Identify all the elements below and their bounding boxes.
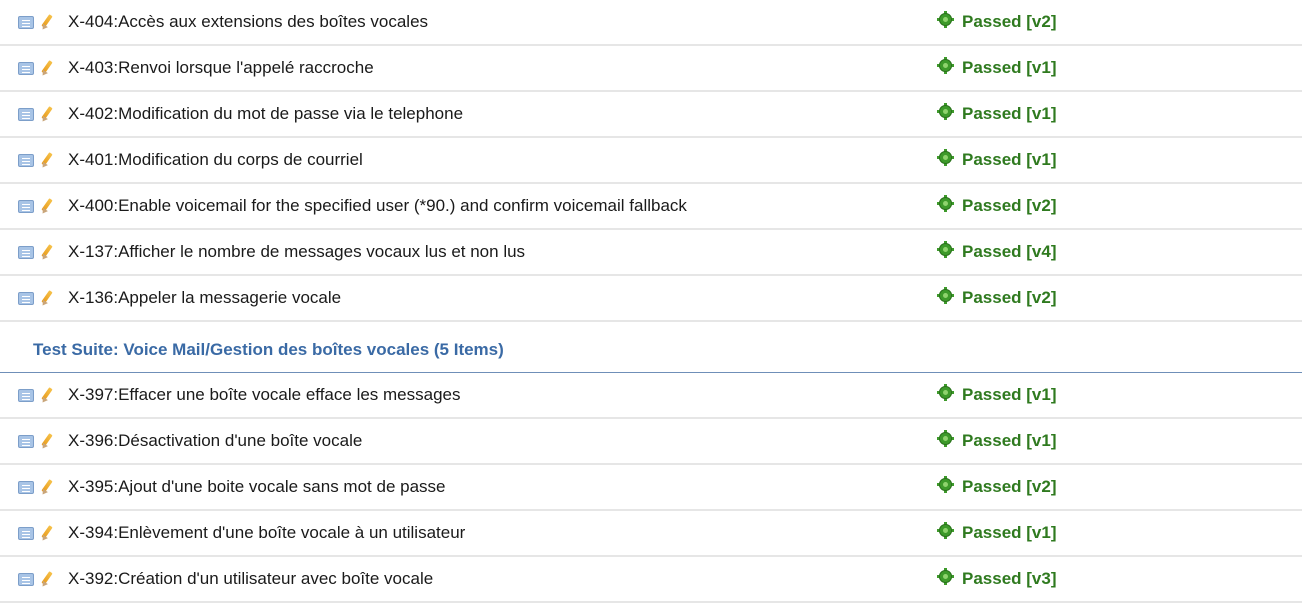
pencil-icon[interactable] <box>40 198 54 216</box>
execution-status: Passed [v3] <box>937 557 1057 601</box>
execution-status: Passed [v2] <box>937 0 1057 44</box>
test-case-title[interactable]: X-396:Désactivation d'une boîte vocale <box>68 419 362 463</box>
gear-icon <box>937 102 954 120</box>
execution-status: Passed [v1] <box>937 92 1057 136</box>
test-case-title[interactable]: X-401:Modification du corps de courriel <box>68 138 363 182</box>
execution-status: Passed [v2] <box>937 184 1057 228</box>
test-case-row: X-403:Renvoi lorsque l'appelé raccroche … <box>0 46 1302 92</box>
status-label: Passed [v1] <box>962 431 1057 450</box>
test-case-title[interactable]: X-402:Modification du mot de passe via l… <box>68 92 463 136</box>
gear-icon <box>937 475 954 493</box>
test-case-row: X-400:Enable voicemail for the specified… <box>0 184 1302 230</box>
status-label: Passed [v2] <box>962 288 1057 307</box>
book-icon[interactable] <box>18 60 34 76</box>
row-actions <box>0 60 68 78</box>
test-case-title[interactable]: X-404:Accès aux extensions des boîtes vo… <box>68 0 428 44</box>
test-case-row: X-396:Désactivation d'une boîte vocale P… <box>0 419 1302 465</box>
test-case-title[interactable]: X-395:Ajout d'une boite vocale sans mot … <box>68 465 446 509</box>
gear-icon <box>937 148 954 166</box>
status-label: Passed [v1] <box>962 523 1057 542</box>
execution-status: Passed [v1] <box>937 511 1057 555</box>
gear-icon <box>937 194 954 212</box>
execution-status: Passed [v4] <box>937 230 1057 274</box>
book-icon[interactable] <box>18 198 34 214</box>
book-icon[interactable] <box>18 571 34 587</box>
book-icon[interactable] <box>18 106 34 122</box>
test-case-title[interactable]: X-392:Création d'un utilisateur avec boî… <box>68 557 433 601</box>
gear-icon <box>937 567 954 585</box>
test-case-title[interactable]: X-400:Enable voicemail for the specified… <box>68 184 687 228</box>
book-icon[interactable] <box>18 244 34 260</box>
pencil-icon[interactable] <box>40 14 54 32</box>
row-actions <box>0 106 68 124</box>
pencil-icon[interactable] <box>40 106 54 124</box>
gear-icon <box>937 240 954 258</box>
test-case-title[interactable]: X-403:Renvoi lorsque l'appelé raccroche <box>68 46 374 90</box>
test-case-title[interactable]: X-397:Effacer une boîte vocale efface le… <box>68 373 461 417</box>
execution-status: Passed [v1] <box>937 373 1057 417</box>
test-case-row: X-137:Afficher le nombre de messages voc… <box>0 230 1302 276</box>
book-icon[interactable] <box>18 433 34 449</box>
test-case-title[interactable]: X-394:Enlèvement d'une boîte vocale à un… <box>68 511 465 555</box>
book-icon[interactable] <box>18 387 34 403</box>
test-case-title[interactable]: X-137:Afficher le nombre de messages voc… <box>68 230 525 274</box>
pencil-icon[interactable] <box>40 571 54 589</box>
status-label: Passed [v1] <box>962 385 1057 404</box>
pencil-icon[interactable] <box>40 290 54 308</box>
status-label: Passed [v1] <box>962 150 1057 169</box>
gear-icon <box>937 286 954 304</box>
test-suite-header: Test Suite: Voice Mail/Gestion des boîte… <box>0 322 1302 373</box>
execution-status: Passed [v2] <box>937 465 1057 509</box>
row-actions <box>0 244 68 262</box>
row-actions <box>0 14 68 32</box>
status-label: Passed [v1] <box>962 58 1057 77</box>
pencil-icon[interactable] <box>40 433 54 451</box>
gear-icon <box>937 383 954 401</box>
test-case-row: X-402:Modification du mot de passe via l… <box>0 92 1302 138</box>
book-icon[interactable] <box>18 290 34 306</box>
test-suite-link[interactable]: Test Suite: Voice Mail/Gestion des boîte… <box>33 340 504 360</box>
test-case-row: X-136:Appeler la messagerie vocale Passe… <box>0 276 1302 322</box>
status-label: Passed [v2] <box>962 12 1057 31</box>
book-icon[interactable] <box>18 152 34 168</box>
execution-status: Passed [v2] <box>937 276 1057 320</box>
test-case-row: X-394:Enlèvement d'une boîte vocale à un… <box>0 511 1302 557</box>
execution-status: Passed [v1] <box>937 46 1057 90</box>
gear-icon <box>937 521 954 539</box>
status-label: Passed [v2] <box>962 477 1057 496</box>
execution-status: Passed [v1] <box>937 419 1057 463</box>
pencil-icon[interactable] <box>40 244 54 262</box>
status-label: Passed [v3] <box>962 569 1057 588</box>
pencil-icon[interactable] <box>40 152 54 170</box>
row-actions <box>0 525 68 543</box>
gear-icon <box>937 10 954 28</box>
execution-status: Passed [v1] <box>937 138 1057 182</box>
test-case-row: X-404:Accès aux extensions des boîtes vo… <box>0 0 1302 46</box>
pencil-icon[interactable] <box>40 60 54 78</box>
test-case-row: X-397:Effacer une boîte vocale efface le… <box>0 373 1302 419</box>
book-icon[interactable] <box>18 14 34 30</box>
row-actions <box>0 479 68 497</box>
row-actions <box>0 387 68 405</box>
gear-icon <box>937 56 954 74</box>
gear-icon <box>937 429 954 447</box>
row-actions <box>0 198 68 216</box>
test-case-title[interactable]: X-136:Appeler la messagerie vocale <box>68 276 341 320</box>
pencil-icon[interactable] <box>40 525 54 543</box>
pencil-icon[interactable] <box>40 479 54 497</box>
test-case-list: X-404:Accès aux extensions des boîtes vo… <box>0 0 1302 603</box>
pencil-icon[interactable] <box>40 387 54 405</box>
status-label: Passed [v2] <box>962 196 1057 215</box>
status-label: Passed [v1] <box>962 104 1057 123</box>
book-icon[interactable] <box>18 479 34 495</box>
status-label: Passed [v4] <box>962 242 1057 261</box>
test-case-row: X-395:Ajout d'une boite vocale sans mot … <box>0 465 1302 511</box>
test-case-row: X-392:Création d'un utilisateur avec boî… <box>0 557 1302 603</box>
row-actions <box>0 290 68 308</box>
test-case-row: X-401:Modification du corps de courriel … <box>0 138 1302 184</box>
row-actions <box>0 433 68 451</box>
row-actions <box>0 152 68 170</box>
book-icon[interactable] <box>18 525 34 541</box>
row-actions <box>0 571 68 589</box>
